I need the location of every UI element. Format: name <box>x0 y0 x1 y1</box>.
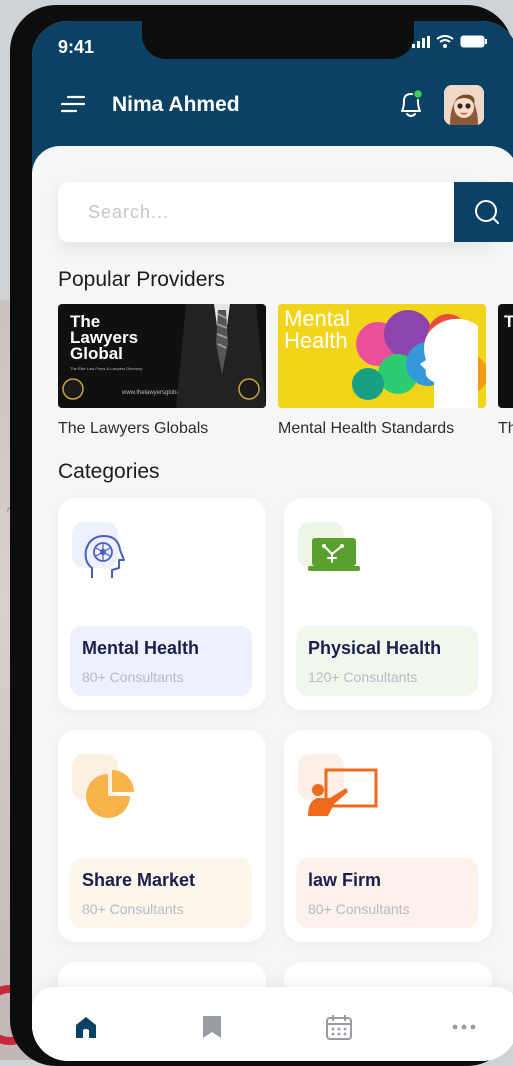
provider-card-lawyers[interactable]: The Lawyers Global The Elite Law Firms &… <box>58 304 266 438</box>
provider-image-partial: Th <box>498 304 513 408</box>
category-name: Physical Health <box>308 638 442 658</box>
bookmark-icon <box>203 1016 221 1038</box>
calendar-icon <box>326 1015 352 1040</box>
brain-head-icon <box>84 535 125 578</box>
user-avatar[interactable] <box>444 85 484 125</box>
signal-icon <box>412 35 430 48</box>
category-name: Mental Health <box>82 638 200 658</box>
category-icon <box>72 522 142 592</box>
search-bar <box>58 182 513 242</box>
category-icon <box>298 754 378 824</box>
battery-icon <box>460 35 487 48</box>
phone-notch <box>142 21 414 59</box>
status-time: 9:41 <box>58 37 95 57</box>
providers-carousel[interactable]: The Lawyers Global The Elite Law Firms &… <box>58 304 513 444</box>
category-count: 80+ Consultants <box>308 901 410 917</box>
categories-title: Categories <box>58 460 160 483</box>
category-info: Share Market 80+ Consultants <box>70 858 252 928</box>
head-illustration <box>352 310 486 408</box>
status-icons <box>412 35 488 48</box>
category-info: Mental Health 80+ Consultants <box>70 626 252 696</box>
category-info: Physical Health 120+ Consultants <box>296 626 478 696</box>
laptop-icon <box>308 538 360 571</box>
more-icon <box>452 1024 476 1030</box>
badge-icon <box>238 378 260 400</box>
provider-name: The Lawyers Globals <box>58 420 209 437</box>
category-card-mental-health[interactable]: Mental Health 80+ Consultants <box>58 498 266 710</box>
home-icon <box>76 1017 96 1038</box>
presentation-icon <box>308 768 378 816</box>
category-count: 120+ Consultants <box>308 669 418 685</box>
menu-button[interactable] <box>60 91 86 117</box>
app-screen: 9:41 Nima Ahmed Search... Popular Provid… <box>32 21 513 1061</box>
badge-icon <box>62 378 84 400</box>
category-card-law-firm[interactable]: law Firm 80+ Consultants <box>284 730 492 942</box>
user-name: Nima Ahmed <box>112 93 240 116</box>
provider-card-mental-health[interactable]: Mental Health Mental Health Standards <box>278 304 486 438</box>
provider-image-lawyers: The Lawyers Global The Elite Law Firms &… <box>58 304 266 408</box>
search-button[interactable] <box>454 182 513 242</box>
bottom-nav <box>32 987 513 1061</box>
provider-card-partial[interactable]: Th Th <box>498 304 513 438</box>
provider-image-text: The Lawyers Global <box>70 312 139 363</box>
popular-providers-title: Popular Providers <box>58 268 225 291</box>
category-count: 80+ Consultants <box>82 901 184 917</box>
provider-image-text: Th <box>504 312 513 331</box>
main-content: Popular Providers The Lawyers Global The… <box>32 146 513 1046</box>
avatar-image <box>444 85 484 125</box>
menu-icon <box>60 95 86 113</box>
nav-bookmark[interactable] <box>198 1013 226 1041</box>
category-count: 80+ Consultants <box>82 669 184 685</box>
search-input[interactable] <box>88 182 418 242</box>
wifi-icon <box>436 35 454 48</box>
search-icon <box>475 200 499 224</box>
provider-name: Th <box>498 420 513 437</box>
nav-more[interactable] <box>450 1013 478 1041</box>
category-card-share-market[interactable]: Share Market 80+ Consultants <box>58 730 266 942</box>
category-info: law Firm 80+ Consultants <box>296 858 478 928</box>
category-icon <box>72 754 142 824</box>
category-name: law Firm <box>308 870 382 890</box>
provider-name: Mental Health Standards <box>278 420 455 437</box>
pie-chart-icon <box>86 770 134 818</box>
notification-button[interactable] <box>396 87 426 121</box>
bell-icon <box>401 88 424 117</box>
category-card-physical-health[interactable]: Physical Health 120+ Consultants <box>284 498 492 710</box>
category-icon <box>298 522 368 592</box>
phone-frame: 9:41 Nima Ahmed Search... Popular Provid… <box>10 5 513 1066</box>
category-name: Share Market <box>82 870 196 890</box>
provider-image-tagline: The Elite Law Firms & Lawyers Directory <box>70 366 143 371</box>
nav-home[interactable] <box>72 1013 100 1041</box>
provider-image-mental-health: Mental Health <box>278 304 486 408</box>
nav-calendar[interactable] <box>325 1013 353 1041</box>
